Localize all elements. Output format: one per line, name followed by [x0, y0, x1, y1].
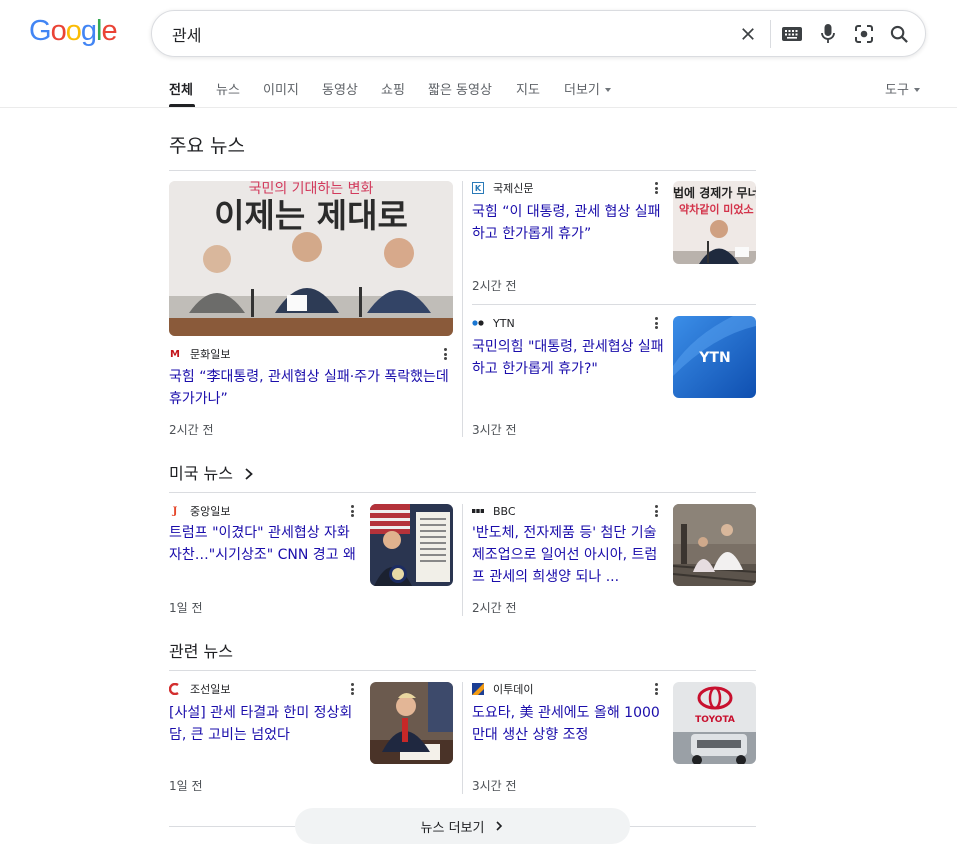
tab-shopping[interactable]: 쇼핑: [381, 79, 405, 98]
munhwa-logo-icon: M: [170, 348, 180, 360]
logo-letter: o: [50, 15, 67, 47]
article-time: 2시간 전: [169, 423, 214, 437]
divider: [472, 304, 756, 305]
source-name: 문화일보: [190, 348, 231, 361]
tab-news[interactable]: 뉴스: [216, 79, 240, 98]
section-title-us-news[interactable]: 미국 뉴스: [169, 460, 254, 484]
more-options-icon[interactable]: [347, 504, 357, 518]
more-options-icon[interactable]: [651, 504, 661, 518]
more-options-icon[interactable]: [651, 316, 661, 330]
search-tabs: 전체 뉴스 이미지 동영상 쇼핑 짧은 동영상 지도 더보기 도구: [0, 70, 957, 108]
source-name: 중앙일보: [190, 505, 231, 518]
joongang-logo-icon: J: [172, 505, 178, 517]
divider: [462, 504, 463, 616]
logo-letter: g: [80, 15, 97, 47]
tab-maps[interactable]: 지도: [516, 79, 540, 98]
search-input[interactable]: [172, 22, 712, 46]
article-headline[interactable]: 국힘 “李대통령, 관세협상 실패·주가 폭락했는데 휴가가나”: [169, 366, 453, 410]
more-options-icon[interactable]: [440, 347, 450, 361]
article-headline[interactable]: 트럼프 "이겼다" 관세협상 자화자찬…"시기상조" CNN 경고 왜: [169, 522, 361, 588]
google-logo[interactable]: Google: [29, 15, 118, 47]
article-thumbnail[interactable]: YTN: [673, 316, 756, 398]
chevron-down-icon: [604, 87, 611, 92]
lens-icon[interactable]: [852, 22, 876, 46]
etoday-logo-icon: [472, 683, 484, 695]
article-thumbnail[interactable]: [370, 504, 453, 586]
section-title-related-news: 관련 뉴스: [169, 642, 233, 661]
chevron-down-icon: [913, 87, 920, 92]
kookje-logo-icon: K: [472, 182, 484, 194]
article-thumbnail[interactable]: [673, 504, 756, 586]
divider: [462, 181, 463, 437]
thumbnail-text: YTN: [698, 350, 730, 366]
chevron-right-icon: [496, 821, 503, 831]
article-headline[interactable]: 국민의힘 "대통령, 관세협상 실패하고 한가롭게 휴가?": [472, 336, 664, 380]
more-options-icon[interactable]: [651, 181, 661, 195]
article-headline[interactable]: 국힘 “이 대통령, 관세 협상 실패하고 한가롭게 휴가”: [472, 201, 664, 245]
divider: [169, 670, 756, 671]
mic-icon[interactable]: [816, 22, 840, 46]
search-box: [151, 10, 926, 57]
tab-all[interactable]: 전체: [169, 79, 193, 98]
more-options-icon[interactable]: [347, 682, 357, 696]
article-time: 1일 전: [169, 779, 203, 793]
tab-shorts[interactable]: 짧은 동영상: [428, 79, 492, 98]
thumbnail-text: 이제는 제대로: [214, 196, 408, 235]
thumbnail-text: TOYOTA: [695, 715, 735, 725]
source-name: YTN: [493, 316, 515, 330]
tab-videos[interactable]: 동영상: [322, 79, 358, 98]
article-thumbnail[interactable]: TOYOTA: [673, 682, 756, 764]
news-source: 이투데이: [472, 682, 533, 696]
news-source: YTN: [472, 316, 515, 330]
chosun-logo-icon: [169, 683, 181, 695]
logo-letter: e: [101, 15, 117, 47]
more-options-icon[interactable]: [651, 682, 661, 696]
divider: [169, 170, 756, 171]
article-thumbnail[interactable]: 국민의 기대하는 변화 이제는 제대로: [169, 181, 453, 336]
section-title-label: 미국 뉴스: [169, 464, 233, 483]
article-headline[interactable]: [사설] 관세 타결과 한미 정상회담, 큰 고비는 넘었다: [169, 702, 361, 746]
search-icon[interactable]: [887, 22, 911, 46]
source-name: 이투데이: [493, 683, 534, 696]
section-title-top-news: 주요 뉴스: [169, 135, 245, 157]
keyboard-icon[interactable]: [780, 22, 804, 46]
tab-more-label: 더보기: [564, 83, 600, 98]
bbc-logo-icon: [472, 505, 484, 517]
thumbnail-text: 약차같이 미었소: [679, 202, 754, 216]
news-source: 조선일보: [169, 682, 230, 696]
article-time: 3시간 전: [472, 779, 517, 793]
chevron-right-icon: [245, 468, 253, 480]
news-source: M 문화일보: [169, 347, 230, 361]
source-name: 국제신문: [493, 182, 534, 195]
thumbnail-text: 법에 경제가 무너: [673, 185, 756, 200]
search-divider: [770, 20, 771, 48]
article-thumbnail[interactable]: 법에 경제가 무너 약차같이 미었소: [673, 181, 756, 264]
close-icon[interactable]: [736, 22, 760, 46]
divider: [462, 682, 463, 794]
news-source: J 중앙일보: [169, 504, 231, 518]
thumbnail-text: 국민의 기대하는 변화: [249, 181, 374, 197]
news-source: BBC: [472, 504, 516, 518]
divider: [169, 492, 756, 493]
ytn-logo-icon: [472, 317, 484, 329]
tools-label: 도구: [885, 83, 909, 98]
logo-letter: o: [65, 15, 82, 47]
article-headline[interactable]: 도요타, 美 관세에도 올해 1000만대 생산 상향 조정: [472, 702, 664, 746]
more-news-button[interactable]: 뉴스 더보기: [295, 808, 630, 844]
article-thumbnail[interactable]: [370, 682, 453, 764]
more-news-label: 뉴스 더보기: [420, 820, 485, 836]
source-name: 조선일보: [190, 683, 231, 696]
logo-letter: G: [29, 15, 52, 47]
article-time: 2시간 전: [472, 279, 517, 293]
article-time: 1일 전: [169, 601, 203, 615]
active-tab-indicator: [169, 104, 195, 107]
news-source: K 국제신문: [472, 181, 533, 195]
tools-button[interactable]: 도구: [885, 79, 920, 98]
source-name: BBC: [493, 504, 516, 518]
article-time: 3시간 전: [472, 423, 517, 437]
tab-more[interactable]: 더보기: [564, 79, 611, 98]
tab-images[interactable]: 이미지: [263, 79, 299, 98]
article-headline[interactable]: '반도체, 전자제품 등' 첨단 기술 제조업으로 일어선 아시아, 트럼프 관…: [472, 522, 664, 588]
article-time: 2시간 전: [472, 601, 517, 615]
